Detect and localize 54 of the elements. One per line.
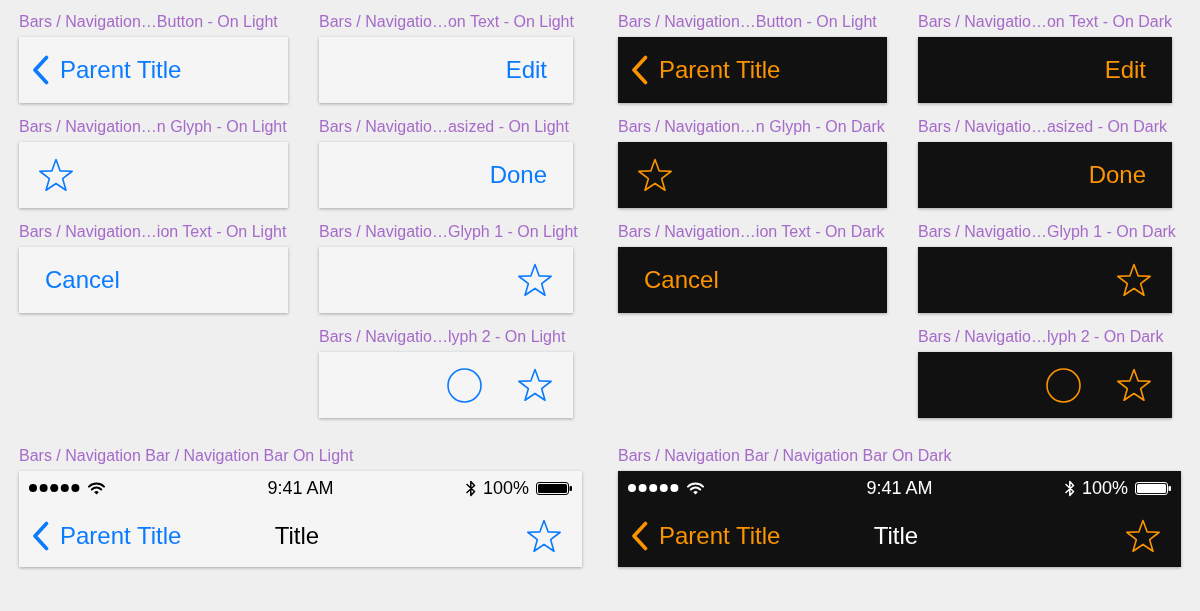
component-label: Bars / Navigatio…Glyph 1 - On Light	[319, 222, 578, 242]
text-button[interactable]: Cancel	[644, 265, 719, 295]
status-time: 9:41 AM	[866, 478, 933, 498]
battery-icon	[536, 481, 572, 495]
back-button[interactable]: Parent Title	[32, 55, 182, 85]
component-label: Bars / Navigation…ion Text - On Dark	[618, 222, 885, 242]
battery-percentage: 100%	[482, 478, 529, 498]
battery-percentage: 100%	[1081, 478, 1128, 498]
component-label: Bars / Navigatio…lyph 2 - On Dark	[918, 327, 1164, 347]
component-label: Bars / Navigatio…lyph 2 - On Light	[319, 327, 566, 347]
bluetooth-icon	[465, 479, 476, 497]
star-icon[interactable]	[38, 158, 74, 192]
star-icon[interactable]	[1116, 368, 1152, 402]
back-button[interactable]: Parent Title	[631, 55, 781, 85]
back-button[interactable]: Parent Title	[32, 521, 209, 551]
chevron-icon	[32, 521, 49, 551]
chevron-icon	[631, 55, 648, 85]
component-label: Bars / Navigation…n Glyph - On Light	[19, 117, 287, 137]
signal-strength-icon	[29, 484, 80, 492]
star-icon[interactable]	[1125, 519, 1161, 553]
text-button[interactable]: Done	[489, 160, 547, 190]
wifi-icon	[687, 481, 704, 495]
component-label: Bars / Navigatio…on Text - On Dark	[918, 12, 1173, 32]
component-label: Bars / Navigatio…on Text - On Light	[319, 12, 574, 32]
component-label: Bars / Navigatio…asized - On Light	[319, 117, 569, 137]
component-label: Bars / Navigatio…Glyph 1 - On Dark	[918, 222, 1176, 242]
navigation-title: Title	[274, 521, 320, 551]
component-label: Bars / Navigation…Button - On Light	[618, 12, 877, 32]
wifi-icon	[88, 481, 105, 495]
star-icon[interactable]	[1116, 263, 1152, 297]
component-label: Bars / Navigatio…asized - On Dark	[918, 117, 1167, 137]
component-label: Bars / Navigation Bar / Navigation Bar On Dark	[618, 446, 952, 466]
circle-icon[interactable]	[447, 367, 482, 403]
navigation-title: Title	[873, 521, 919, 551]
bluetooth-icon	[1064, 479, 1075, 497]
back-button[interactable]: Parent Title	[631, 521, 808, 551]
star-icon[interactable]	[637, 158, 673, 192]
component-label: Bars / Navigation…n Glyph - On Dark	[618, 117, 885, 137]
star-icon[interactable]	[517, 368, 553, 402]
chevron-icon	[631, 521, 648, 551]
signal-strength-icon	[628, 484, 679, 492]
text-button[interactable]: Edit	[1104, 55, 1146, 85]
chevron-icon	[32, 55, 49, 85]
star-icon[interactable]	[526, 519, 562, 553]
text-button[interactable]: Done	[1088, 160, 1146, 190]
battery-icon	[1135, 481, 1171, 495]
status-time: 9:41 AM	[267, 478, 334, 498]
component-label: Bars / Navigation…Button - On Light	[19, 12, 278, 32]
component-label: Bars / Navigation Bar / Navigation Bar On Light	[19, 446, 354, 466]
component-label: Bars / Navigation…ion Text - On Light	[19, 222, 287, 242]
star-icon[interactable]	[517, 263, 553, 297]
text-button[interactable]: Cancel	[45, 265, 120, 295]
text-button[interactable]: Edit	[505, 55, 547, 85]
circle-icon[interactable]	[1046, 367, 1081, 403]
